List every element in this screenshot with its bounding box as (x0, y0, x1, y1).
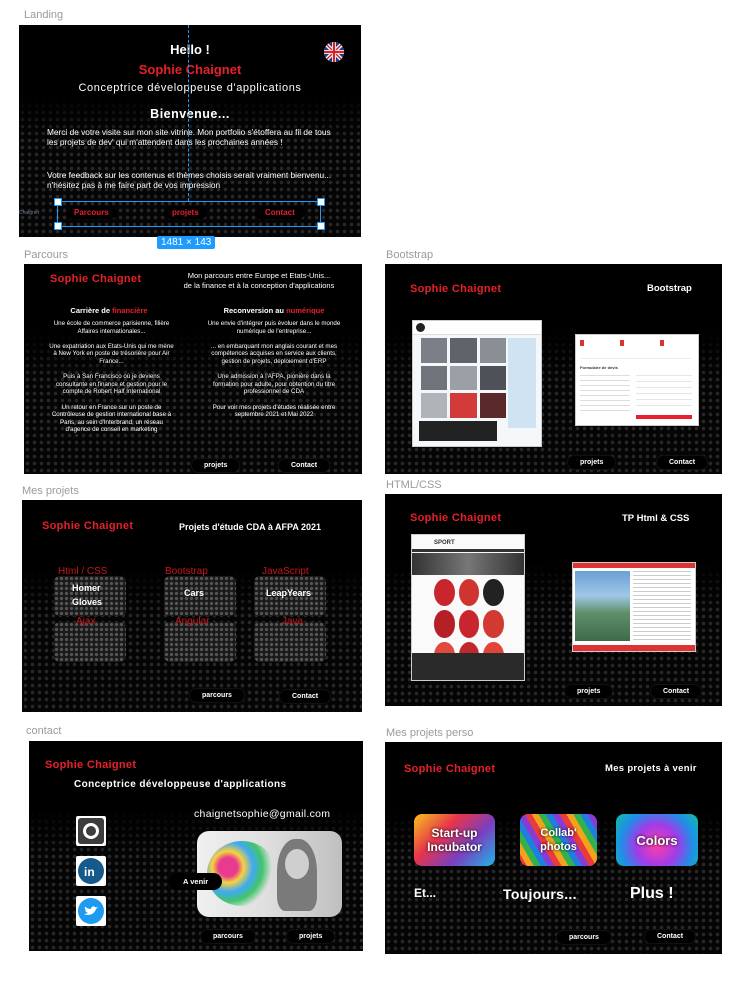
selection-handle[interactable] (317, 198, 325, 206)
uk-flag-icon[interactable] (324, 42, 344, 62)
parcours-nav-contact[interactable]: Contact (279, 459, 330, 472)
contact-brand: Sophie Chaignet (45, 759, 137, 771)
perso-nav-parcours[interactable]: parcours (557, 931, 611, 944)
frame-label-html-css: HTML/CSS (386, 479, 442, 491)
landscape-site-screenshot[interactable] (572, 562, 696, 652)
bootstrap-title: Bootstrap (647, 283, 692, 294)
frame-label-bootstrap: Bootstrap (386, 249, 434, 261)
htmlcss-title: TP Html & CSS (622, 513, 690, 524)
project-tile-bg (164, 622, 236, 662)
selection-handle[interactable] (54, 222, 62, 230)
cat-angular[interactable]: Angular (175, 616, 209, 627)
contact-nav-projets[interactable]: projets (287, 930, 335, 943)
frame-label-parcours: Parcours (24, 249, 69, 261)
selection-handle[interactable] (317, 222, 325, 230)
cat-javascript[interactable]: JavaScript (262, 566, 309, 577)
landing-role: Conceptrice développeuse d'applications (78, 82, 302, 94)
contact-email[interactable]: chaignetsophie@gmail.com (194, 808, 330, 820)
parcours-right-title: Reconversion au numérique (223, 306, 325, 315)
mesprojets-frame[interactable]: Sophie Chaignet Projets d'étude CDA à AF… (22, 500, 362, 712)
landing-side-label: Chaignet (19, 210, 40, 216)
tile-colors-label: Colors (636, 832, 678, 848)
parcours-frame[interactable]: Sophie Chaignet Mon parcours entre Europ… (24, 264, 362, 474)
project-homer-gloves[interactable]: Homer Gloves (72, 581, 102, 609)
htmlcss-frame[interactable]: Sophie Chaignet TP Html & CSS SPORT proj… (385, 494, 722, 706)
contact-nav-parcours[interactable]: parcours (201, 930, 255, 943)
landing-nav-projets[interactable]: projets (164, 206, 207, 219)
bootstrap-nav-contact[interactable]: Contact (657, 456, 708, 469)
parcours-brand: Sophie Chaignet (50, 273, 142, 285)
bootstrap-frame[interactable]: Sophie Chaignet Bootstrap Formulaire de … (385, 264, 722, 474)
selection-size-badge: 1481 × 143 (157, 236, 216, 249)
linkedin-icon[interactable]: in (76, 856, 106, 886)
cat-bootstrap[interactable]: Bootstrap (165, 566, 208, 577)
parcours-right-text: Une envie d'intégrer puis évoluer dans l… (207, 320, 341, 419)
parcours-left-title: Carrière de financière (70, 306, 148, 315)
github-icon[interactable] (76, 816, 106, 846)
tile-collab-label: Collab' photos (540, 827, 577, 853)
landing-welcome: Bienvenue... (150, 107, 230, 121)
devis-form-screenshot[interactable]: Formulaire de devis (575, 334, 699, 426)
contact-avenir-button[interactable]: A venir (169, 873, 223, 890)
contact-frame[interactable]: Sophie Chaignet Conceptrice développeuse… (29, 741, 363, 951)
landing-name: Sophie Chaignet (138, 62, 242, 77)
frame-label-perso: Mes projets perso (386, 727, 474, 739)
htmlcss-nav-projets[interactable]: projets (565, 685, 613, 698)
parcours-left-text: Une école de commerce parisienne, filièr… (49, 320, 174, 434)
project-leapyears[interactable]: LeapYears (266, 588, 311, 598)
landing-nav-parcours[interactable]: Parcours (66, 206, 117, 219)
perso-et: Et... (414, 886, 437, 900)
project-tile-bg (254, 622, 326, 662)
project-cars[interactable]: Cars (184, 588, 204, 598)
cars-screenshot[interactable] (412, 320, 542, 447)
perso-brand: Sophie Chaignet (404, 763, 496, 775)
perso-nav-contact[interactable]: Contact (645, 930, 696, 943)
project-tile-bg (54, 622, 126, 662)
cat-java[interactable]: Java (282, 616, 303, 627)
parcours-title: Mon parcours entre Europe et Etats-Unis.… (183, 271, 335, 290)
landing-frame[interactable]: Hello ! Sophie Chaignet Conceptrice déve… (19, 25, 361, 237)
contact-role: Conceptrice développeuse d'applications (74, 779, 287, 790)
frame-label-landing: Landing (24, 9, 64, 21)
perso-toujours: Toujours... (503, 886, 577, 902)
landing-hello: Hello ! (170, 42, 210, 57)
htmlcss-nav-contact[interactable]: Contact (651, 685, 702, 698)
selection-handle[interactable] (54, 198, 62, 206)
mesprojets-nav-parcours[interactable]: parcours (190, 689, 244, 702)
landing-para-2: Votre feedback sur les contenus et thème… (47, 170, 332, 190)
htmlcss-brand: Sophie Chaignet (410, 512, 502, 524)
parcours-nav-projets[interactable]: projets (192, 459, 240, 472)
sport-site-screenshot[interactable]: SPORT (411, 534, 525, 681)
twitter-icon[interactable] (76, 896, 106, 926)
perso-title: Mes projets à venir (605, 763, 697, 774)
landing-para-1: Merci de votre visite sur mon site vitri… (47, 127, 331, 147)
mesprojets-nav-contact[interactable]: Contact (280, 690, 331, 703)
frame-label-mes-projets: Mes projets (22, 485, 79, 497)
perso-plus: Plus ! (630, 885, 674, 902)
landing-nav-contact[interactable]: Contact (255, 206, 305, 219)
frame-label-contact: contact (26, 725, 62, 737)
mesprojets-title: Projets d'étude CDA à AFPA 2021 (179, 522, 322, 532)
svg-text:in: in (84, 865, 95, 879)
perso-frame[interactable]: Sophie Chaignet Mes projets à venir Star… (385, 742, 722, 954)
tile-startup-label: Start-up Incubator (427, 826, 482, 854)
mesprojets-brand: Sophie Chaignet (42, 520, 134, 532)
bootstrap-nav-projets[interactable]: projets (568, 456, 616, 469)
cat-ajax[interactable]: Ajax (76, 616, 95, 627)
cat-html-css[interactable]: Html / CSS (58, 566, 107, 577)
guide-line (188, 25, 189, 201)
bootstrap-brand: Sophie Chaignet (410, 283, 502, 295)
